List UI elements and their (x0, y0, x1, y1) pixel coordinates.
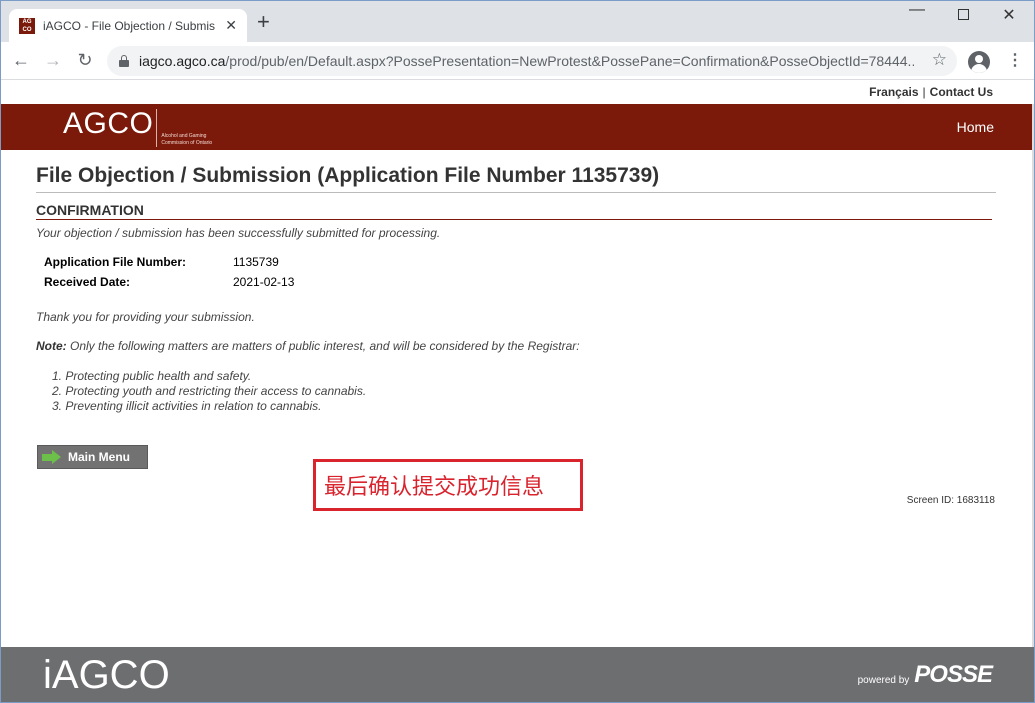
bookmark-star-icon[interactable]: ☆ (932, 50, 947, 70)
detail-label: Received Date: (44, 275, 131, 289)
browser-window: AG CO iAGCO - File Objection / Submiss ✕… (0, 0, 1035, 703)
main-menu-button[interactable]: Main Menu (37, 445, 148, 469)
new-tab-icon[interactable]: + (257, 11, 270, 33)
back-arrow-icon[interactable]: ← (7, 50, 35, 71)
tab-title: iAGCO - File Objection / Submiss (43, 18, 215, 33)
list-item: 2. Protecting youth and restricting thei… (52, 384, 367, 398)
agco-logo-text: AGCO (63, 107, 154, 140)
list-item: 1. Protecting public health and safety. (52, 369, 252, 383)
forward-arrow-icon[interactable]: → (39, 50, 67, 71)
detail-row: Received Date: 2021-02-13 (44, 275, 996, 295)
window-edge (1032, 104, 1034, 647)
main-menu-label: Main Menu (68, 450, 130, 464)
window-close-icon[interactable]: ✕ (986, 5, 1032, 25)
header-banner: AGCO Alcohol and Gaming Commission of On… (1, 104, 1034, 150)
note-label: Note: (36, 339, 67, 353)
logo-divider (156, 109, 158, 147)
success-message: Your objection / submission has been suc… (36, 226, 441, 240)
home-link[interactable]: Home (957, 119, 994, 135)
screen-id: Screen ID: 1683118 (906, 495, 995, 506)
green-arrow-icon (42, 450, 62, 464)
agco-logo-subtitle: Alcohol and Gaming Commission of Ontario (161, 133, 213, 146)
url-host: iagco.agco.ca (139, 53, 226, 69)
url-text[interactable]: iagco.agco.ca/prod/pub/en/Default.aspx?P… (139, 53, 914, 69)
tab-strip: AG CO iAGCO - File Objection / Submiss ✕… (1, 1, 1034, 42)
note-message: Note: Only the following matters are mat… (36, 339, 996, 353)
annotation-box: 最后确认提交成功信息 (313, 459, 583, 511)
posse-logo: POSSE (914, 661, 993, 688)
utility-links: Français | Contact Us (1, 80, 1034, 104)
powered-by-posse[interactable]: powered by POSSE (857, 661, 993, 689)
reload-icon[interactable]: ↻ (71, 50, 99, 71)
iagco-footer-logo: iAGCO (43, 653, 170, 697)
url-path: /prod/pub/en/Default.aspx?PossePresentat… (225, 53, 914, 69)
section-title: CONFIRMATION (36, 202, 992, 220)
powered-by-text: powered by (857, 675, 910, 686)
profile-avatar-icon[interactable] (968, 51, 990, 73)
thanks-message: Thank you for providing your submission. (36, 310, 255, 324)
agco-favicon-icon: AG CO (19, 17, 35, 34)
agco-logo[interactable]: AGCO Alcohol and Gaming Commission of On… (63, 107, 221, 147)
detail-value: 2021-02-13 (233, 275, 295, 289)
detail-row: Application File Number: 1135739 (44, 255, 996, 275)
detail-value: 1135739 (233, 255, 279, 269)
francais-link[interactable]: Français (869, 85, 918, 99)
page-title: File Objection / Submission (Application… (36, 164, 996, 193)
maximize-icon[interactable] (940, 7, 986, 25)
main-content: File Objection / Submission (Application… (36, 164, 996, 414)
contact-us-link[interactable]: Contact Us (930, 85, 993, 99)
browser-toolbar: ← → ↻ iagco.agco.ca/prod/pub/en/Default.… (1, 42, 1034, 80)
address-bar[interactable]: iagco.agco.ca/prod/pub/en/Default.aspx?P… (107, 46, 957, 76)
submission-details: Application File Number: 1135739 Receive… (44, 255, 996, 295)
list-item: 3. Preventing illicit activities in rela… (52, 399, 322, 413)
browser-tab[interactable]: AG CO iAGCO - File Objection / Submiss ✕ (9, 9, 247, 42)
page-footer: iAGCO powered by POSSE (1, 647, 1034, 702)
matters-list: 1. Protecting public health and safety. … (52, 369, 996, 414)
detail-label: Application File Number: (44, 255, 187, 269)
link-separator: | (922, 85, 926, 99)
browser-menu-icon[interactable]: ⋮ (1007, 50, 1023, 70)
note-text: Only the following matters are matters o… (66, 339, 580, 353)
minimize-icon[interactable]: — (894, 1, 940, 19)
tab-close-icon[interactable]: ✕ (225, 17, 237, 34)
lock-icon[interactable] (119, 55, 129, 67)
